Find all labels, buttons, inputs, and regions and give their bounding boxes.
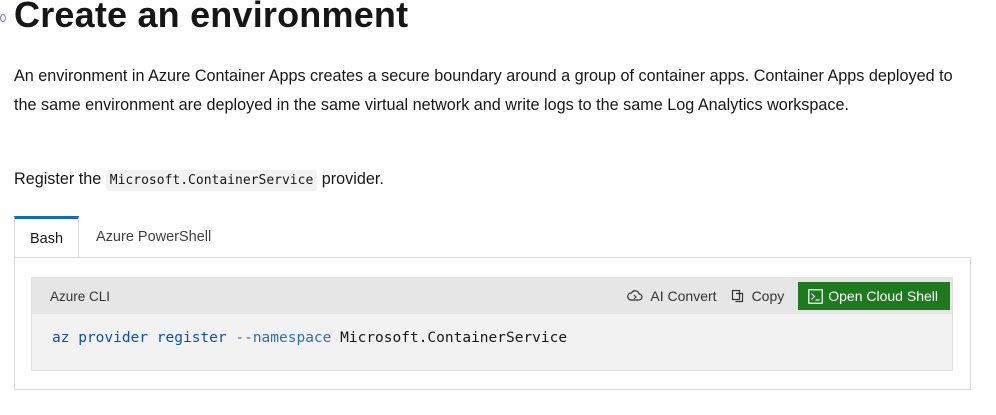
provider-inline-code: Microsoft.ContainerService: [105, 170, 318, 191]
code-token-cmd: az: [52, 330, 70, 346]
language-tabs: Bash Azure PowerShell: [14, 216, 227, 258]
copy-label: Copy: [751, 288, 785, 304]
copy-button[interactable]: Copy: [731, 288, 785, 304]
register-instruction: Register the Microsoft.ContainerService …: [14, 165, 384, 195]
code-block: Azure CLI AI Convert Copy Open Cloud She…: [31, 277, 953, 371]
code-token-flag: --namespace: [235, 330, 332, 346]
code-language-label: Azure CLI: [50, 288, 111, 304]
list-bullet-icon: [0, 14, 6, 22]
tab-azure-powershell[interactable]: Azure PowerShell: [79, 216, 227, 258]
code-token-provider: provider: [78, 330, 149, 346]
environment-description: An environment in Azure Container Apps c…: [14, 67, 953, 114]
code-actions: AI Convert Copy Open Cloud Shell: [627, 278, 952, 314]
register-prefix: Register the: [14, 170, 106, 188]
ai-convert-icon: [627, 290, 643, 301]
code-token-register: register: [156, 330, 227, 346]
page-title: Create an environment: [14, 0, 409, 35]
open-cloud-shell-button[interactable]: Open Cloud Shell: [798, 282, 950, 310]
tab-bash[interactable]: Bash: [14, 216, 79, 258]
code-header: Azure CLI AI Convert Copy Open Cloud She…: [32, 278, 952, 314]
code-token-value: Microsoft.ContainerService: [340, 330, 568, 346]
ai-convert-button[interactable]: AI Convert: [627, 288, 717, 304]
copy-icon: [731, 289, 743, 303]
code-content: az provider register --namespace Microso…: [32, 314, 952, 346]
ai-convert-label: AI Convert: [650, 288, 717, 304]
open-cloud-shell-label: Open Cloud Shell: [828, 288, 938, 304]
register-suffix: provider.: [317, 170, 384, 188]
terminal-icon: [808, 288, 824, 304]
